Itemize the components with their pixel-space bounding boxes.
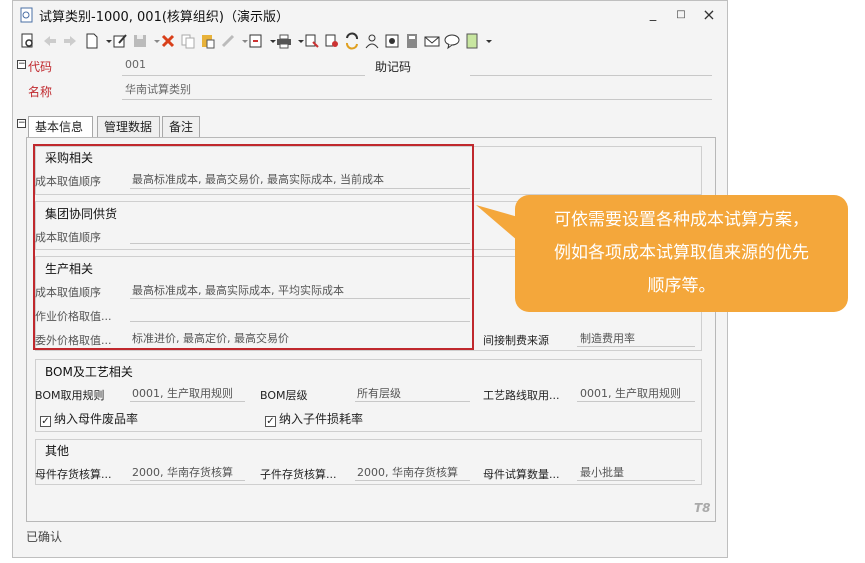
- bom-title: BOM及工艺相关: [45, 365, 133, 379]
- name-label: 名称: [28, 85, 53, 99]
- code-label: 代码: [28, 60, 53, 74]
- parent-qty-underline: [577, 480, 695, 481]
- refresh-icon[interactable]: [343, 32, 361, 50]
- message-icon[interactable]: [443, 32, 461, 50]
- maximize-button[interactable]: □: [671, 6, 691, 24]
- more-dropdown-icon[interactable]: [480, 32, 492, 50]
- parent-inv-underline: [130, 480, 245, 481]
- check-icon: ✓: [265, 416, 276, 427]
- print-dropdown-icon[interactable]: [292, 32, 304, 50]
- mnemonic-field[interactable]: [470, 75, 712, 76]
- highlight-box: [33, 144, 474, 350]
- tab-notes[interactable]: 备注: [162, 116, 200, 138]
- parent-scrap-label: 纳入母件废品率: [54, 412, 139, 426]
- save-dropdown-icon[interactable]: [148, 32, 160, 50]
- mnemonic-label: 助记码: [375, 60, 412, 74]
- parent-inventory-label: 母件存货核算...: [35, 468, 112, 481]
- route-underline: [577, 401, 695, 402]
- user-icon[interactable]: [363, 32, 381, 50]
- preview-icon[interactable]: [19, 32, 37, 50]
- other-title: 其他: [45, 444, 70, 458]
- annotation-callout: 可依需要设置各种成本试算方案， 例如各项成本试算取值来源的优先 顺序等。: [515, 195, 848, 312]
- bom-level-underline: [355, 401, 470, 402]
- print-icon[interactable]: [275, 32, 293, 50]
- tab-management-data[interactable]: 管理数据: [97, 116, 160, 138]
- tab-basic-info[interactable]: 基本信息: [28, 116, 93, 139]
- exit-icon[interactable]: [463, 32, 481, 50]
- parent-scrap-checkbox[interactable]: ✓ 纳入母件废品率: [40, 410, 138, 427]
- child-inventory-value[interactable]: 2000, 华南存货核算: [357, 464, 469, 480]
- child-loss-label: 纳入子件损耗率: [279, 412, 364, 426]
- query-icon[interactable]: [303, 32, 321, 50]
- collapse-tabs-icon[interactable]: −: [17, 119, 26, 128]
- new-icon[interactable]: [83, 32, 101, 50]
- edit-icon[interactable]: [111, 32, 129, 50]
- link-icon[interactable]: [219, 32, 237, 50]
- view-icon[interactable]: [383, 32, 401, 50]
- child-loss-checkbox[interactable]: ✓ 纳入子件损耗率: [265, 410, 363, 427]
- app-icon: [19, 7, 35, 23]
- callout-pointer: [476, 205, 518, 241]
- callout-line-3: 顺序等。: [647, 276, 716, 296]
- bom-rule-label: BOM取用规则: [35, 389, 105, 402]
- code-underline: [122, 75, 365, 76]
- indirect-cost-label: 间接制费来源: [483, 334, 549, 347]
- name-value[interactable]: 华南试算类别: [125, 81, 191, 97]
- bom-rule-value[interactable]: 0001, 生产取用规则: [132, 385, 244, 401]
- child-inventory-label: 子件存货核算...: [260, 468, 337, 481]
- child-inv-underline: [355, 480, 470, 481]
- close-button[interactable]: ×: [699, 6, 719, 24]
- parent-qty-value[interactable]: 最小批量: [580, 464, 695, 480]
- mail-icon[interactable]: [423, 32, 441, 50]
- calculator-icon[interactable]: [403, 32, 421, 50]
- locate-icon[interactable]: [323, 32, 341, 50]
- save-icon[interactable]: [131, 32, 149, 50]
- parent-qty-label: 母件试算数量...: [483, 468, 560, 481]
- status-text: 已确认: [26, 530, 63, 544]
- bom-level-value[interactable]: 所有层级: [357, 385, 469, 401]
- new-dropdown-icon[interactable]: [100, 32, 112, 50]
- window-title: 试算类别-1000, 001(核算组织)（演示版）: [39, 10, 289, 25]
- product-watermark: T8: [694, 501, 711, 515]
- copy-icon[interactable]: [179, 32, 197, 50]
- collapse-header-icon[interactable]: −: [17, 60, 26, 69]
- callout-line-1: 可依需要设置各种成本试算方案，: [554, 210, 809, 230]
- link-dropdown-icon[interactable]: [236, 32, 248, 50]
- title-bar: 试算类别-1000, 001(核算组织)（演示版） _ □ ×: [13, 1, 727, 29]
- forward-icon[interactable]: [61, 32, 79, 50]
- code-value[interactable]: 001: [125, 58, 146, 71]
- indirect-cost-value[interactable]: 制造费用率: [580, 330, 695, 346]
- callout-line-2: 例如各项成本试算取值来源的优先: [554, 243, 809, 263]
- import-dropdown-icon[interactable]: [264, 32, 276, 50]
- check-icon: ✓: [40, 416, 51, 427]
- paste-icon[interactable]: [199, 32, 217, 50]
- parent-inventory-value[interactable]: 2000, 华南存货核算: [132, 464, 244, 480]
- route-value[interactable]: 0001, 生产取用规则: [580, 385, 695, 401]
- indirect-underline: [577, 346, 695, 347]
- bom-rule-underline: [130, 401, 245, 402]
- back-icon[interactable]: [41, 32, 59, 50]
- bom-level-label: BOM层级: [260, 389, 308, 402]
- delete-icon[interactable]: [159, 32, 177, 50]
- route-label: 工艺路线取用...: [483, 389, 560, 402]
- minimize-button[interactable]: _: [643, 6, 663, 24]
- name-underline: [122, 99, 712, 100]
- import-icon[interactable]: [247, 32, 265, 50]
